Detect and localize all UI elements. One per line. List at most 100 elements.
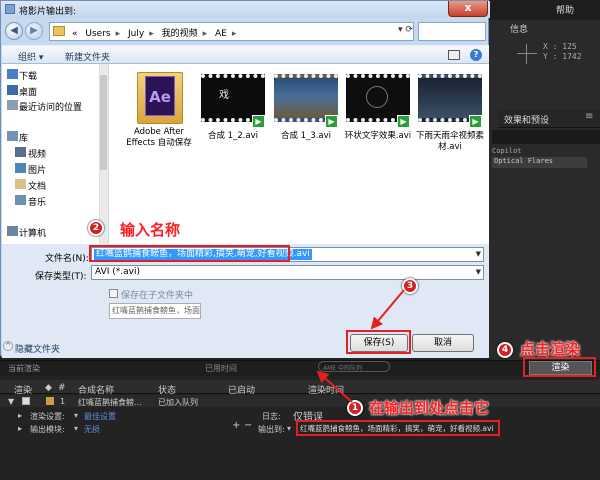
address-bar: ◀ ▶ « Users ▸ July ▸ 我的视频 ▸ AE ▸ ▾ ⟳ bbox=[5, 21, 486, 43]
ae-effects-search[interactable] bbox=[492, 130, 600, 144]
subfolder-name-input[interactable]: 红嘴蓝鹊捕食鳑鱼，场面 bbox=[109, 303, 201, 319]
ae-help-menu[interactable]: 帮助 bbox=[556, 3, 574, 16]
music-library-icon bbox=[15, 195, 26, 205]
video-file-icon: ▶ bbox=[274, 74, 338, 128]
address-input[interactable]: « Users ▸ July ▸ 我的视频 ▸ AE ▸ ▾ ⟳ bbox=[49, 22, 414, 41]
video-file-icon: ▶ bbox=[418, 74, 482, 128]
command-bar: 组织 ▾ 新建文件夹 ? bbox=[2, 45, 489, 64]
download-icon bbox=[7, 69, 18, 79]
highlight-output-to bbox=[296, 420, 500, 436]
step-2-badge: 2 bbox=[88, 220, 104, 236]
save-dialog: 将影片输出到: x ◀ ▶ « Users ▸ July ▸ 我的视频 ▸ AE ▸ ▾… bbox=[0, 0, 490, 358]
savetype-select[interactable]: AVI (*.avi) ▼ bbox=[91, 265, 484, 280]
ae-effect-item[interactable]: Copilot bbox=[492, 147, 522, 155]
ae-effects-panel-title[interactable]: 效果和预设 bbox=[504, 113, 549, 126]
file-item[interactable]: Ae Adobe After Effects 自动保存 bbox=[124, 70, 194, 149]
cancel-button[interactable]: 取消 bbox=[412, 334, 474, 352]
documents-library-icon bbox=[15, 179, 26, 189]
video-file-icon: ▶ bbox=[346, 74, 410, 128]
close-button[interactable]: x bbox=[448, 1, 488, 17]
nav-item-computer[interactable]: 计算机 bbox=[19, 226, 46, 239]
col-index[interactable]: # bbox=[58, 383, 66, 393]
savetype-label: 保存类型(T): bbox=[35, 272, 87, 282]
nav-item-desktop[interactable]: 桌面 bbox=[19, 85, 37, 98]
ae-elapsed-label: 已用时间 bbox=[205, 364, 237, 373]
refresh-icon[interactable]: ▾ ⟳ bbox=[398, 25, 413, 35]
crosshair-icon bbox=[517, 44, 537, 64]
output-to-label: 输出到: bbox=[258, 425, 285, 434]
collapse-icon[interactable]: ^ bbox=[3, 341, 13, 351]
file-name: 下雨天雨伞视频素材.avi bbox=[415, 131, 484, 152]
ae-effect-item-selected[interactable]: Optical Flares bbox=[492, 157, 587, 168]
savetype-value: AVI (*.avi) bbox=[95, 267, 140, 277]
ae-xy-readout: X : 125 Y : 1742 bbox=[543, 42, 582, 61]
help-icon[interactable]: ? bbox=[470, 49, 482, 61]
file-item[interactable]: ▶ 下雨天雨伞视频素材.avi bbox=[415, 70, 485, 153]
dialog-titlebar[interactable]: 将影片输出到: x bbox=[1, 1, 490, 18]
nav-item-music[interactable]: 音乐 bbox=[28, 195, 46, 208]
nav-item-documents[interactable]: 文档 bbox=[28, 179, 46, 192]
panel-menu-icon[interactable]: ≡ bbox=[585, 111, 593, 122]
nav-item-libraries[interactable]: 库 bbox=[19, 131, 28, 144]
dropdown-arrow-icon[interactable]: ▼ bbox=[476, 250, 481, 258]
ae-current-render-label: 当前渲染 bbox=[8, 364, 40, 373]
hide-folders-toggle[interactable]: 隐藏文件夹 bbox=[15, 342, 60, 355]
expand-icon[interactable]: ▸ bbox=[18, 411, 22, 420]
dropdown-arrow-icon[interactable]: ▾ bbox=[287, 424, 291, 433]
highlight-render bbox=[523, 357, 596, 377]
view-options-icon[interactable] bbox=[448, 50, 460, 60]
output-module-value[interactable]: 无损 bbox=[84, 424, 100, 435]
step-1-badge: 1 bbox=[347, 400, 363, 416]
render-settings-label: 渲染设置: bbox=[30, 412, 65, 421]
dropdown-arrow-icon[interactable]: ▾ bbox=[74, 411, 78, 420]
file-name: 环状文字效果.avi bbox=[344, 131, 412, 141]
highlight-save bbox=[346, 330, 411, 354]
breadcrumb[interactable]: « Users ▸ July ▸ 我的视频 ▸ AE ▸ bbox=[72, 26, 241, 39]
dropdown-arrow-icon[interactable]: ▾ bbox=[74, 424, 78, 433]
dialog-title: 将影片输出到: bbox=[19, 7, 77, 17]
highlight-filename bbox=[89, 245, 290, 262]
nav-item-videos[interactable]: 视频 bbox=[28, 147, 46, 160]
ae-info-panel-title[interactable]: 信息 bbox=[510, 22, 528, 35]
library-icon bbox=[7, 131, 18, 141]
organize-button[interactable]: 组织 ▾ bbox=[18, 50, 43, 63]
ae-render-status-bar bbox=[0, 360, 600, 376]
pictures-library-icon bbox=[15, 163, 26, 173]
nav-scrollbar-thumb[interactable] bbox=[100, 75, 107, 170]
back-icon[interactable]: ◀ bbox=[5, 22, 23, 40]
file-name: 合成 1_3.avi bbox=[280, 131, 332, 141]
subfolder-checkbox[interactable] bbox=[109, 289, 118, 298]
step-4-badge: 4 bbox=[497, 342, 513, 358]
video-file-icon: 戏 ▶ bbox=[201, 74, 265, 128]
subfolder-label: 保存在子文件夹中 bbox=[121, 291, 194, 301]
dropdown-arrow-icon[interactable]: ▼ bbox=[476, 268, 481, 276]
queue-row-comp: 红嘴蓝鹊捕食鳑... bbox=[78, 398, 142, 407]
filename-label: 文件名(N): bbox=[45, 254, 89, 264]
recent-places-icon bbox=[7, 100, 18, 110]
add-output-icon[interactable]: + bbox=[232, 420, 240, 431]
file-item[interactable]: ▶ 环状文字效果.avi bbox=[343, 70, 413, 142]
video-library-icon bbox=[15, 147, 26, 157]
step-3-badge: 3 bbox=[402, 278, 418, 294]
remove-output-icon[interactable]: − bbox=[244, 420, 252, 431]
expand-icon[interactable]: ▼ bbox=[8, 397, 14, 406]
expand-icon[interactable]: ▸ bbox=[18, 424, 22, 433]
computer-icon bbox=[7, 226, 18, 236]
folder-icon: Ae bbox=[127, 70, 191, 124]
nav-item-pictures[interactable]: 图片 bbox=[28, 163, 46, 176]
render-settings-value[interactable]: 最佳设置 bbox=[84, 411, 116, 422]
label-color-swatch[interactable] bbox=[46, 397, 54, 405]
search-input[interactable] bbox=[418, 22, 486, 41]
new-folder-button[interactable]: 新建文件夹 bbox=[65, 50, 110, 63]
render-checkbox[interactable] bbox=[22, 397, 30, 405]
output-module-label: 输出模块: bbox=[30, 425, 65, 434]
forward-icon[interactable]: ▶ bbox=[25, 22, 43, 40]
queue-row-status: 已加入队列 bbox=[158, 398, 198, 407]
nav-item-recent[interactable]: 最近访问的位置 bbox=[19, 100, 82, 113]
file-item[interactable]: 戏 ▶ 合成 1_2.avi bbox=[198, 70, 268, 142]
desktop-icon bbox=[7, 85, 18, 95]
col-tag-icon: ◆ bbox=[45, 383, 52, 393]
ae-ame-queue-button[interactable]: AME 中的队列 bbox=[318, 361, 390, 372]
nav-item-downloads[interactable]: 下载 bbox=[19, 69, 37, 82]
file-item[interactable]: ▶ 合成 1_3.avi bbox=[271, 70, 341, 142]
